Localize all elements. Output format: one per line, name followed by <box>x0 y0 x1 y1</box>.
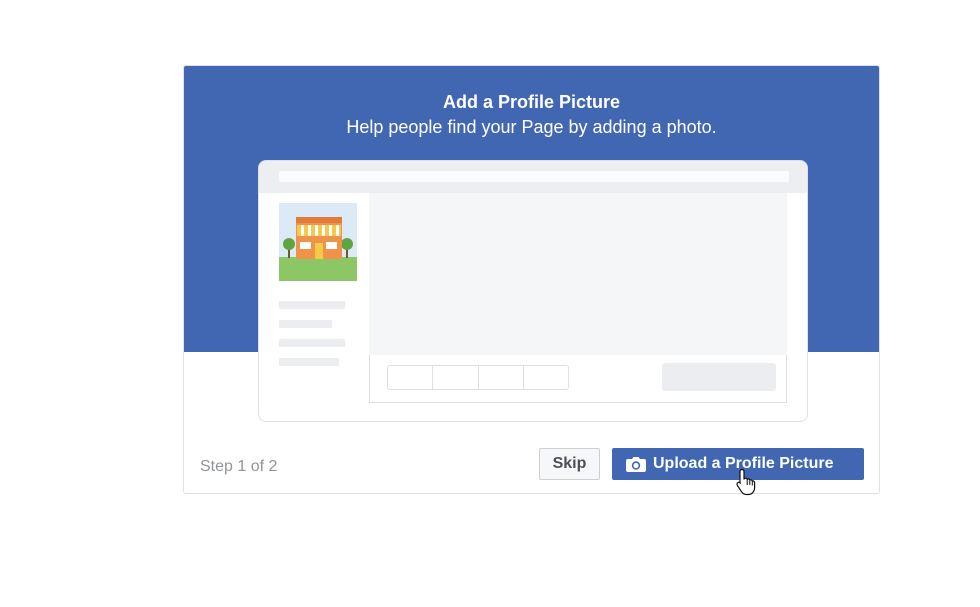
preview-action-button <box>662 363 776 391</box>
dialog-title: Add a Profile Picture <box>442 92 621 112</box>
preview-tab <box>433 366 479 389</box>
preview-tabs <box>387 365 569 390</box>
dialog-subtitle: Help people find your Page by adding a p… <box>346 117 717 137</box>
preview-tab <box>388 366 434 389</box>
step-indicator: Step 1 of 2 <box>200 458 278 475</box>
preview-search-bar <box>279 171 789 182</box>
hand-pointer-icon <box>736 468 756 496</box>
preview-top-bar <box>259 161 807 193</box>
preview-text-line <box>279 301 345 309</box>
storefront-icon <box>279 203 357 281</box>
skip-button[interactable]: Skip <box>539 448 600 480</box>
preview-text-line <box>279 320 332 328</box>
preview-text-line <box>279 358 339 366</box>
preview-tab <box>479 366 524 389</box>
preview-text-line <box>279 339 345 347</box>
preview-tab <box>524 366 568 389</box>
page-preview-illustration <box>258 160 808 422</box>
preview-tabs-area <box>369 355 787 403</box>
camera-icon <box>626 457 646 472</box>
storefront-illustration <box>279 203 357 281</box>
add-profile-picture-dialog: Add a Profile Picture Help people find y… <box>183 65 880 494</box>
preview-cover-area <box>369 193 787 355</box>
